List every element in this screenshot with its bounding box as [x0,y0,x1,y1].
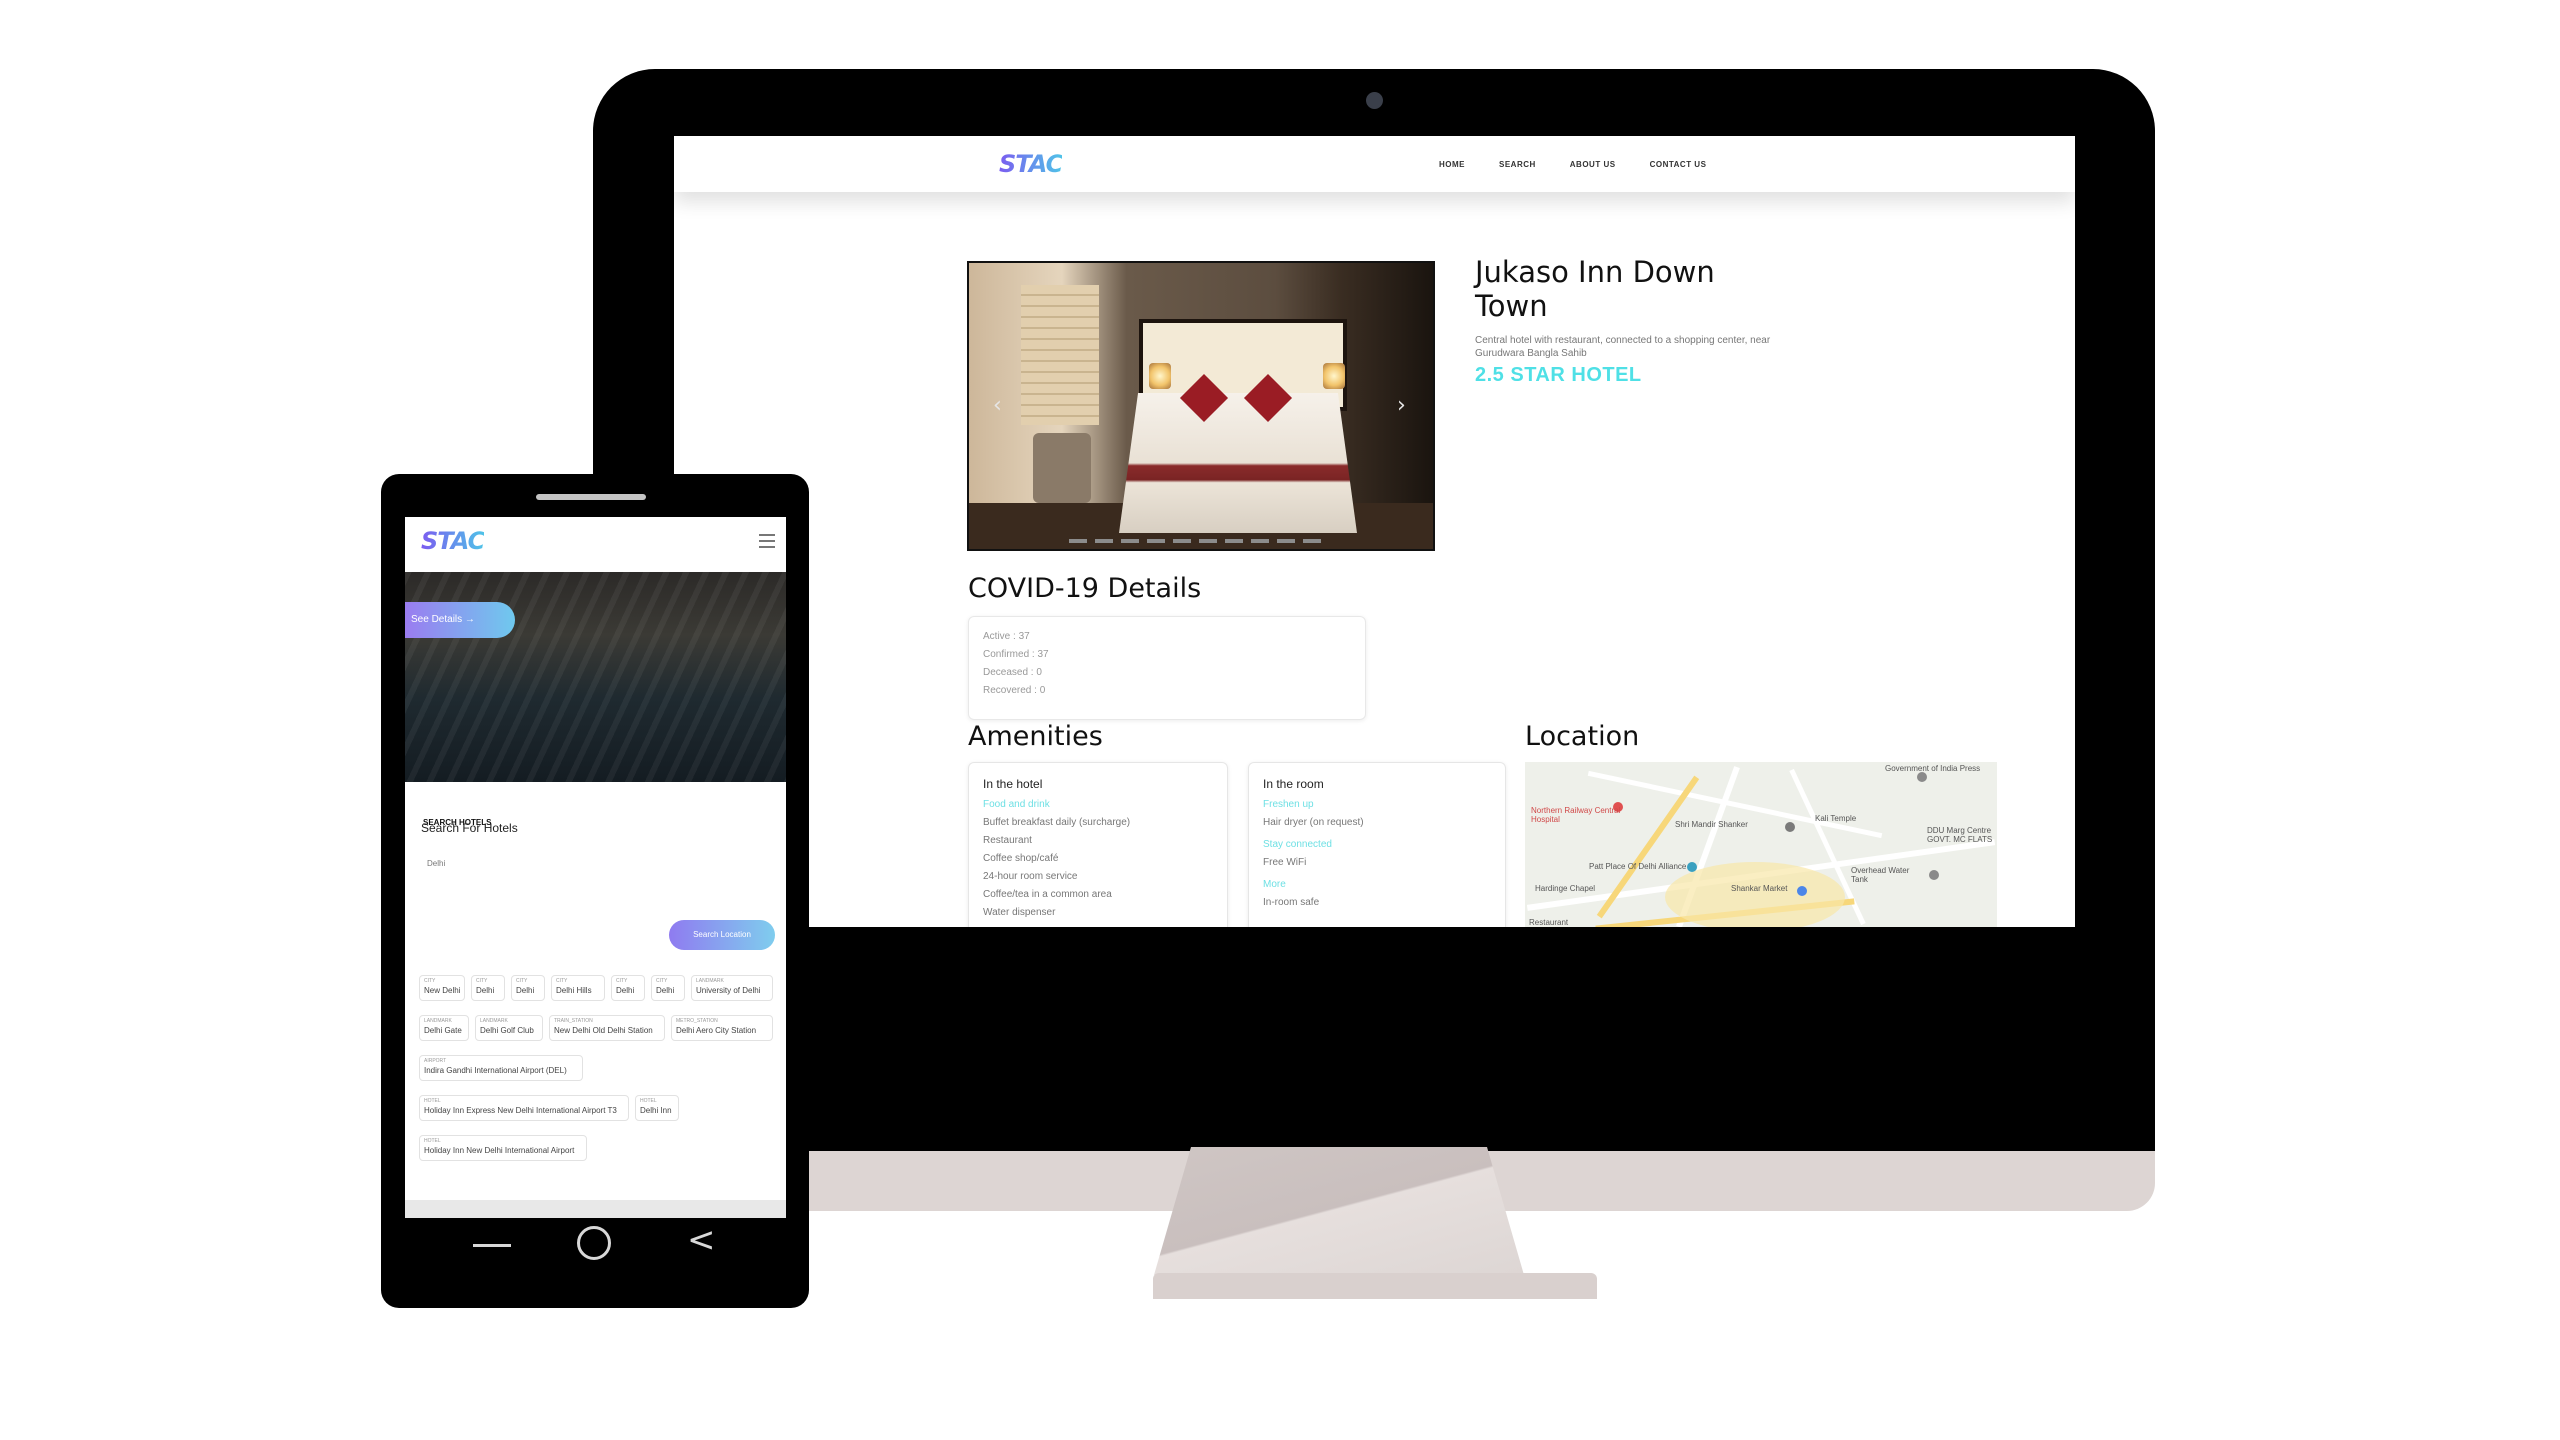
covid-recovered: Recovered : 0 [983,685,1046,696]
phone-speaker [536,494,646,500]
map-label: Government of India Press [1885,764,1981,773]
desktop-screen: STAC HOME SEARCH ABOUT US CONTACT US ‹ ›… [674,136,2075,927]
map-label: Overhead Water Tank [1851,866,1910,884]
amenities-room-card: In the room Freshen up Hair dryer (on re… [1248,762,1506,927]
nav-search[interactable]: SEARCH [1499,160,1536,169]
amenities-hotel-heading: In the hotel [983,777,1043,791]
monitor-stand [1154,1147,1524,1275]
hotel-image-carousel[interactable]: ‹ › [967,261,1435,551]
map-label: Northern Railway Central Hospital [1531,806,1621,824]
nav-contact[interactable]: CONTACT US [1650,160,1707,169]
suggestion-chip[interactable]: LANDMARK University of Delhi [691,975,773,1001]
amenity-item: Free WiFi [1263,857,1307,868]
monitor-stand-base [1153,1273,1597,1299]
location-title: Location [1525,721,1640,752]
covid-confirmed: Confirmed : 37 [983,649,1049,660]
camera-icon [1366,92,1383,109]
suggestion-chip[interactable]: TRAIN_STATION New Delhi Old Delhi Station [549,1015,665,1041]
desktop-navbar: STAC HOME SEARCH ABOUT US CONTACT US [674,136,2075,192]
mobile-footer-strip [405,1200,786,1218]
suggestion-chip[interactable]: HOTEL Delhi Inn [635,1095,679,1121]
amenity-item: In-room safe [1263,897,1320,908]
nav-home[interactable]: HOME [1439,160,1465,169]
amenity-item: Hair dryer (on request) [1263,817,1364,828]
suggestion-chip[interactable]: METRO_STATION Delhi Aero City Station [671,1015,773,1041]
map-label: Hardinge Chapel [1535,884,1596,893]
amenities-hotel-card: In the hotel Food and drink Buffet break… [968,762,1228,927]
hotel-description: Central hotel with restaurant, connected… [1475,335,1771,359]
suggestion-chip[interactable]: AIRPORT Indira Gandhi International Airpo… [419,1055,583,1081]
amenities-title: Amenities [968,721,1103,752]
amenity-item: Stay connected [1263,839,1332,850]
carousel-indicators[interactable] [1069,539,1329,543]
covid-deceased: Deceased : 0 [983,667,1042,678]
nav-about[interactable]: ABOUT US [1570,160,1616,169]
back-nav-icon[interactable]: < [687,1220,716,1260]
see-details-button[interactable]: See Details → [405,602,515,638]
home-nav-icon[interactable] [577,1226,611,1260]
suggestion-chip[interactable]: CITY Delhi [511,975,545,1001]
amenity-item: More [1263,879,1286,890]
search-input[interactable]: Delhi [427,859,445,868]
hotel-name: Jukaso Inn Down Town [1475,255,1715,323]
suggestion-chip[interactable]: CITY Delhi [471,975,505,1001]
suggestion-chip[interactable]: CITY New Delhi [419,975,465,1001]
mobile-brand-logo[interactable]: STAC [421,527,485,555]
map-label: Patt Place Of Delhi Alliance [1589,862,1687,871]
suggestion-chip[interactable]: CITY Delhi Hills [551,975,605,1001]
search-location-button[interactable]: Search Location [669,920,775,950]
amenity-item: Food and drink [983,799,1050,810]
mobile-screen: STAC See Details → SEARCH HOTELS Search … [405,517,786,1218]
amenities-room-heading: In the room [1263,777,1324,791]
suggestion-chip[interactable]: LANDMARK Delhi Gate [419,1015,469,1041]
amenity-item: Restaurant [983,835,1032,846]
mobile-phone: STAC See Details → SEARCH HOTELS Search … [381,474,809,1308]
location-map[interactable]: Government of India Press Northern Railw… [1525,762,1997,927]
brand-logo[interactable]: STAC [999,150,1063,178]
amenity-item: Freshen up [1263,799,1314,810]
suggestion-chip[interactable]: CITY Delhi [611,975,645,1001]
amenity-item: 24-hour room service [983,871,1078,882]
hotel-rating: 2.5 STAR HOTEL [1475,364,1642,386]
suggestion-chip[interactable]: HOTEL Holiday Inn New Delhi International… [419,1135,587,1161]
covid-active: Active : 37 [983,631,1030,642]
covid-title: COVID-19 Details [968,573,1202,604]
suggestion-chip[interactable]: LANDMARK Delhi Golf Club [475,1015,543,1041]
map-label: Restaurant [1529,918,1569,927]
suggestion-chip[interactable]: HOTEL Holiday Inn Express New Delhi Inter… [419,1095,629,1121]
search-title: Search For Hotels [421,821,518,835]
amenity-item: Coffee shop/café [983,853,1059,864]
nav-links: HOME SEARCH ABOUT US CONTACT US [1439,160,1706,169]
covid-details-card: Active : 37 Confirmed : 37 Deceased : 0 … [968,616,1366,720]
amenity-item: Coffee/tea in a common area [983,889,1112,900]
amenity-item: Buffet breakfast daily (surcharge) [983,817,1131,828]
amenity-item: Water dispenser [983,907,1056,918]
map-label: Shankar Market [1731,884,1788,893]
map-label: DDU Marg Centre GOVT. MC FLATS [1927,826,1993,844]
mobile-navbar: STAC [405,517,786,572]
map-label: Shri Mandir Shanker [1675,820,1748,829]
hamburger-menu-icon[interactable] [759,534,775,552]
map-label: Kali Temple [1815,814,1857,823]
menu-nav-icon[interactable] [473,1244,511,1247]
carousel-prev-icon[interactable]: ‹ [993,393,1002,418]
suggestion-chip[interactable]: CITY Delhi [651,975,685,1001]
carousel-next-icon[interactable]: › [1397,393,1406,418]
mobile-hero: See Details → SEARCH HOTELS [405,572,786,837]
